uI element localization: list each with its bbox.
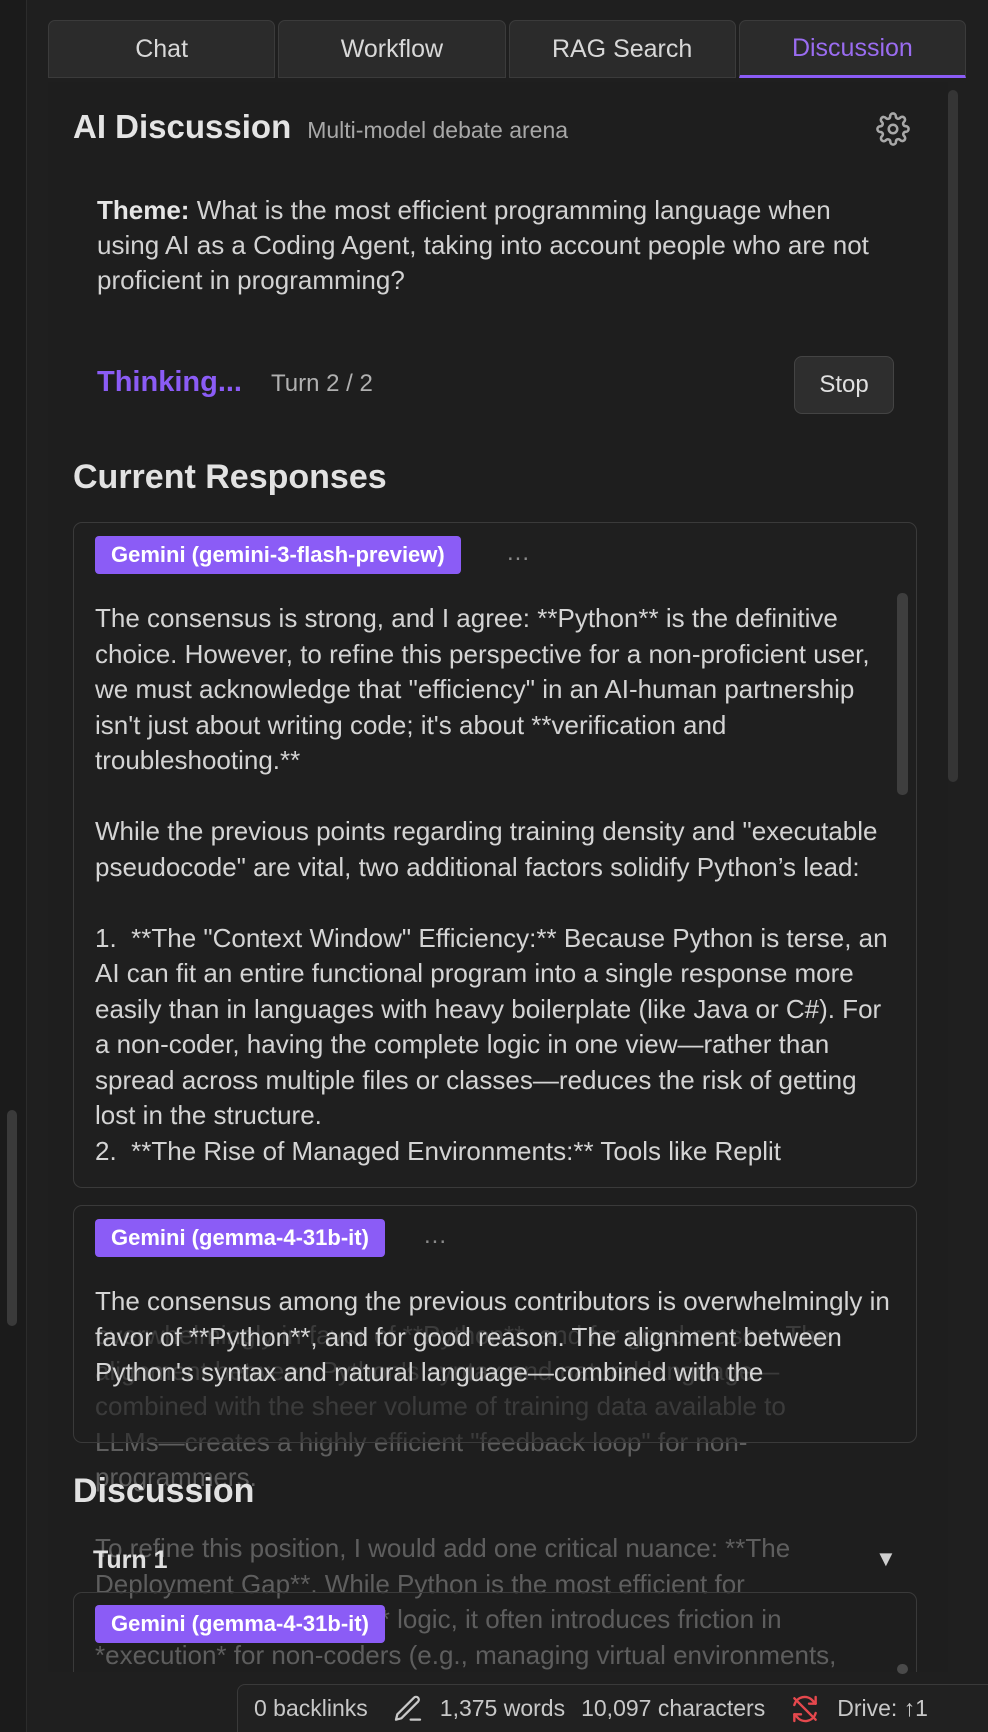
model-badge: Gemini (gemma-4-31b-it) (95, 1605, 385, 1643)
turn-counter: Turn 2 / 2 (271, 370, 373, 397)
word-count: 1,375 words (439, 1695, 566, 1721)
streaming-dots: ... (424, 1222, 448, 1249)
tab-workflow[interactable]: Workflow (278, 20, 506, 78)
streaming-dots: ... (507, 539, 531, 566)
theme-text: What is the most efficient programming l… (97, 195, 869, 295)
thinking-indicator: Thinking... (97, 366, 242, 398)
sync-error-icon[interactable] (789, 1693, 821, 1725)
left-gutter (0, 0, 27, 1732)
panel-scrollbar[interactable] (948, 90, 958, 782)
model-badge: Gemini (gemini-3-flash-preview) (95, 536, 461, 574)
tab-bar: Chat Workflow RAG Search Discussion (48, 20, 966, 78)
discussion-heading: Discussion (73, 1472, 255, 1510)
response-card: Gemini (gemini-3-flash-preview) ... The … (73, 522, 917, 1188)
discussion-card: Gemini (gemma-4-31b-it) (73, 1592, 917, 1672)
status-row: Thinking... Turn 2 / 2 Stop (97, 356, 897, 416)
character-count: 10,097 characters (581, 1695, 766, 1721)
discussion-theme: Theme: What is the most efficient progra… (97, 193, 887, 298)
theme-label: Theme: (97, 195, 190, 225)
current-responses-heading: Current Responses (73, 458, 387, 496)
page-subtitle: Multi-model debate arena (307, 117, 569, 143)
turn-header[interactable]: Turn 1 (93, 1546, 168, 1575)
response-card: Gemini (gemma-4-31b-it) ... The consensu… (73, 1205, 917, 1443)
model-badge: Gemini (gemma-4-31b-it) (95, 1219, 385, 1257)
response-scrollbar[interactable] (897, 593, 908, 795)
response-text: The consensus is strong, and I agree: **… (95, 603, 888, 1166)
backlinks-count[interactable]: 0 backlinks (254, 1695, 368, 1722)
status-bar: 0 backlinks 1,375 words 10,097 character… (237, 1684, 988, 1732)
stop-button[interactable]: Stop (794, 356, 894, 414)
drive-status[interactable]: Drive: ↑1 (837, 1695, 928, 1722)
tab-rag-search[interactable]: RAG Search (508, 20, 736, 78)
tab-chat[interactable]: Chat (48, 20, 276, 78)
page-title: AI Discussion (73, 108, 292, 145)
chevron-down-icon[interactable]: ▼ (875, 1546, 897, 1572)
gear-icon[interactable] (876, 112, 910, 146)
left-scrollbar[interactable] (7, 1110, 17, 1326)
pencil-icon[interactable] (392, 1693, 424, 1725)
tab-discussion[interactable]: Discussion (738, 20, 966, 78)
response-text: The consensus among the previous contrib… (95, 1286, 898, 1387)
panel-header: AI Discussion Multi-model debate arena (73, 108, 568, 146)
